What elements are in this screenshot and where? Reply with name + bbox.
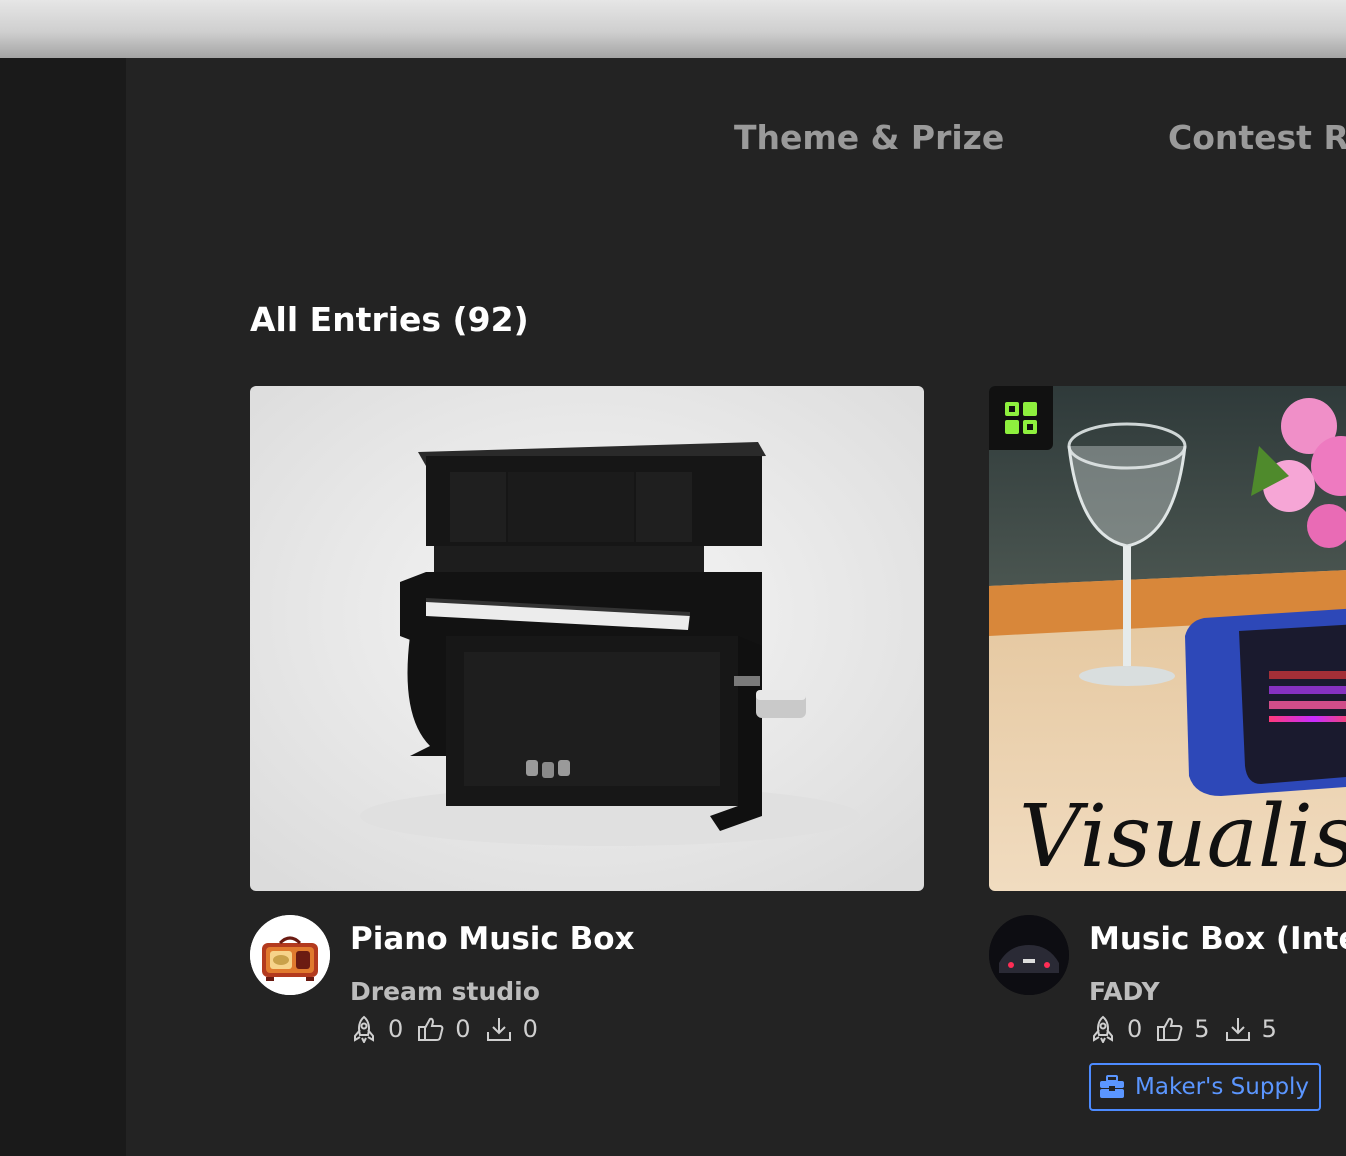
tab-theme-prize[interactable]: Theme & Prize bbox=[734, 118, 1004, 157]
boost-stat: 0 bbox=[1089, 1015, 1142, 1043]
like-icon bbox=[418, 1017, 444, 1041]
entry-author[interactable]: Dream studio bbox=[350, 977, 540, 1006]
download-stat[interactable]: 5 bbox=[1224, 1015, 1277, 1043]
makers-supply-tag[interactable]: Maker's Supply bbox=[1089, 1063, 1322, 1111]
download-count: 0 bbox=[522, 1015, 538, 1043]
entry-card[interactable]: Visualise bbox=[989, 386, 1346, 1121]
side-rail bbox=[0, 58, 126, 1156]
download-stat[interactable]: 0 bbox=[485, 1015, 538, 1043]
toolbox-icon bbox=[1100, 1075, 1124, 1098]
browser-top-bar bbox=[0, 0, 1346, 58]
avatar[interactable] bbox=[250, 915, 330, 995]
boost-stat: 0 bbox=[350, 1015, 403, 1043]
music-visualizer-image: Visualise bbox=[989, 386, 1346, 891]
boost-count: 0 bbox=[388, 1015, 404, 1043]
boost-count: 0 bbox=[1127, 1015, 1143, 1043]
download-count: 5 bbox=[1261, 1015, 1277, 1043]
entry-title[interactable]: Music Box (Inter bbox=[1089, 921, 1346, 957]
entry-author[interactable]: FADY bbox=[1089, 977, 1160, 1006]
image-caption: Visualise bbox=[1019, 787, 1346, 887]
entry-title[interactable]: Piano Music Box bbox=[350, 921, 635, 957]
like-stat[interactable]: 5 bbox=[1156, 1015, 1210, 1043]
cube-badge-icon bbox=[989, 386, 1053, 450]
avatar[interactable] bbox=[989, 915, 1069, 995]
entry-stats: 0 0 0 bbox=[350, 1015, 552, 1043]
entry-stats: 0 5 5 bbox=[1089, 1015, 1291, 1043]
download-icon bbox=[486, 1018, 511, 1041]
makers-supply-label: Maker's Supply bbox=[1135, 1074, 1310, 1100]
entry-thumbnail[interactable] bbox=[250, 386, 924, 891]
like-stat[interactable]: 0 bbox=[417, 1015, 471, 1043]
like-count: 5 bbox=[1194, 1015, 1210, 1043]
boost-icon bbox=[354, 1015, 374, 1043]
like-count: 0 bbox=[455, 1015, 471, 1043]
section-title: All Entries (92) bbox=[250, 300, 529, 339]
boost-icon bbox=[1093, 1015, 1113, 1043]
entry-card[interactable]: Piano Music Box Dream studio 0 0 0 bbox=[250, 386, 924, 1121]
entry-thumbnail[interactable]: Visualise bbox=[989, 386, 1346, 891]
download-icon bbox=[1225, 1018, 1250, 1041]
tab-contest-rules[interactable]: Contest Ru bbox=[1168, 118, 1346, 157]
contest-page: Theme & Prize Contest Ru All Entries (92… bbox=[126, 58, 1346, 1156]
like-icon bbox=[1157, 1017, 1183, 1041]
piano-image bbox=[250, 386, 924, 891]
